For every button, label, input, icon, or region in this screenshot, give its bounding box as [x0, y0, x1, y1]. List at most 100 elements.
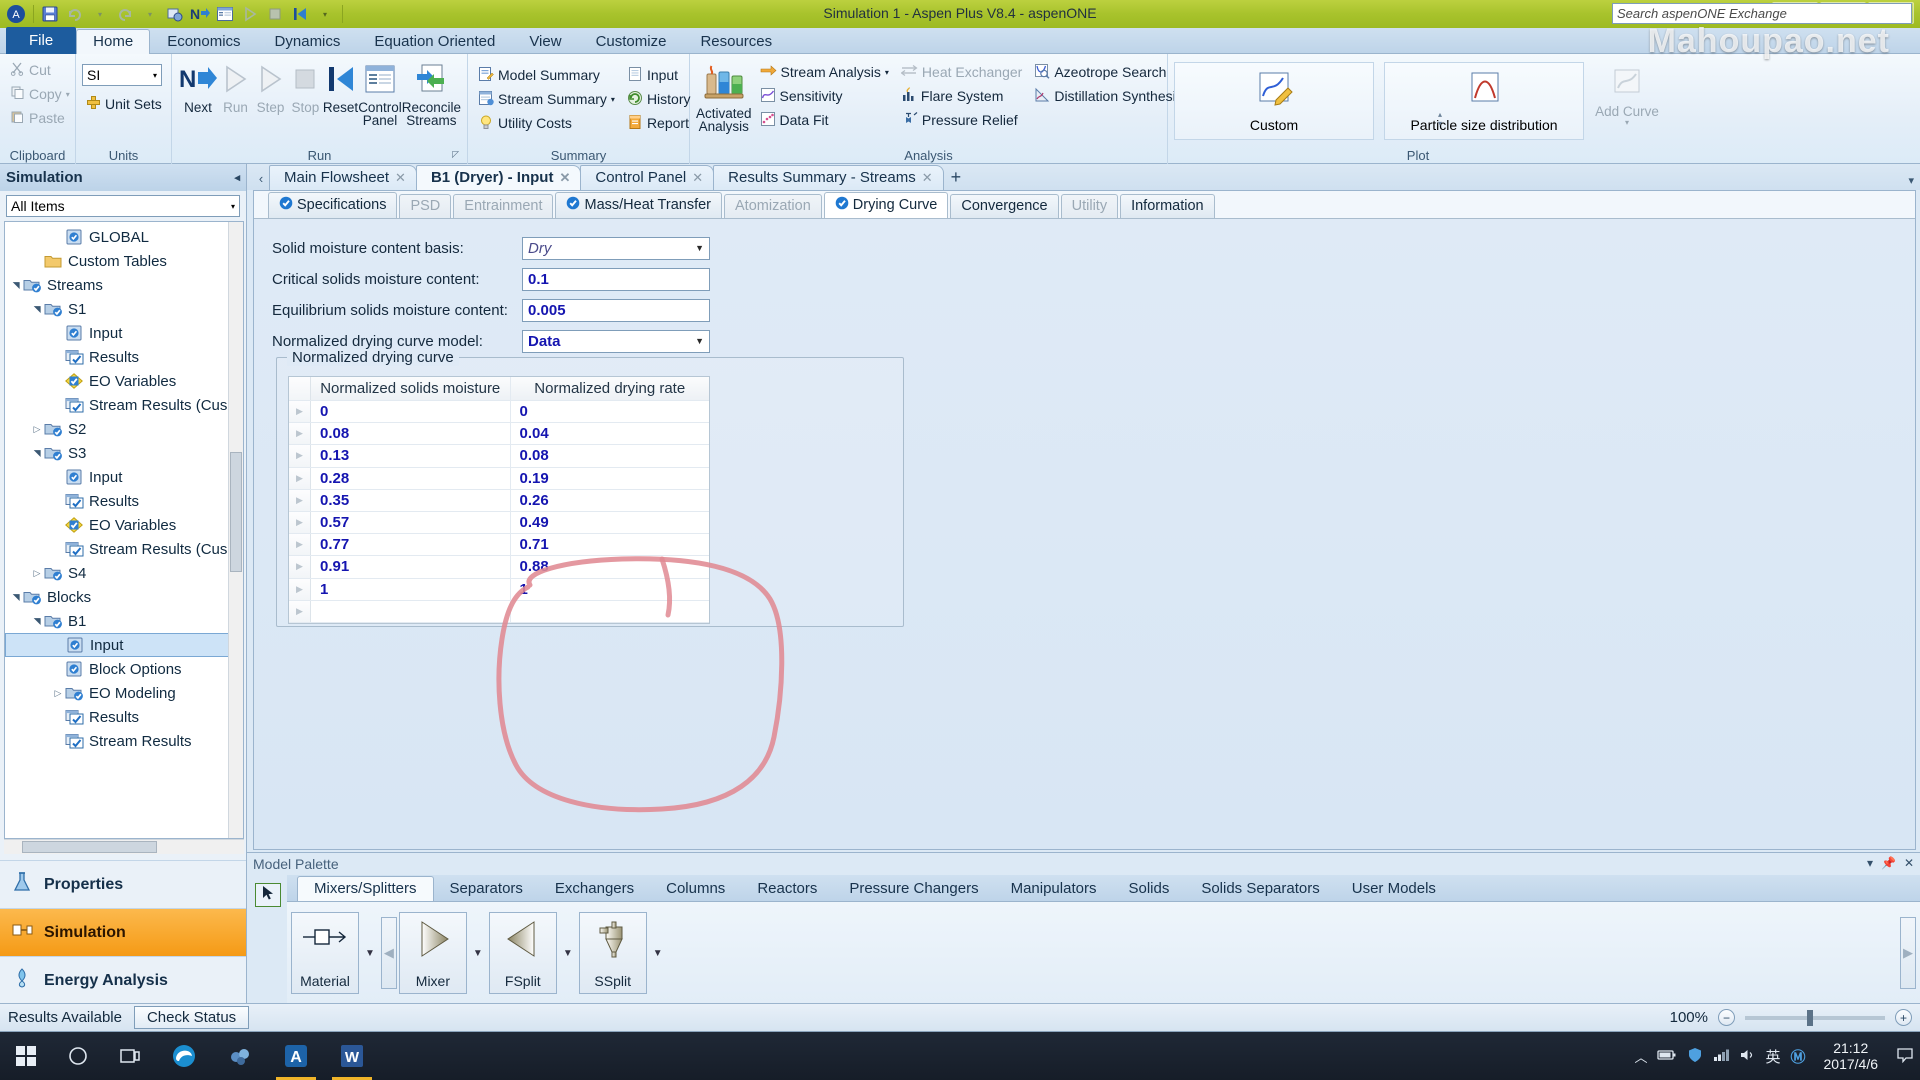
tree-item-results[interactable]: Results [5, 345, 243, 369]
tree-item-global[interactable]: GLOBAL [5, 225, 243, 249]
cell-normalized-drying-rate[interactable]: 0.04 [511, 423, 710, 444]
palette-tab-reactors[interactable]: Reactors [741, 877, 833, 901]
check-status-button[interactable]: Check Status [133, 1006, 250, 1029]
stream-analysis-dropdown-icon[interactable]: ▾ [885, 68, 889, 77]
cell-normalized-drying-rate[interactable]: 0.88 [511, 556, 710, 577]
chevron-down-icon[interactable]: ▼ [695, 243, 704, 253]
collapse-triangle-icon[interactable]: ◢ [32, 614, 43, 628]
copy-dropdown-icon[interactable]: ▾ [66, 90, 70, 99]
run-icon[interactable] [238, 2, 262, 26]
close-icon[interactable]: ✕ [559, 170, 570, 186]
start-icon[interactable] [0, 1032, 52, 1080]
save-icon[interactable] [38, 2, 62, 26]
close-icon[interactable]: ✕ [395, 170, 406, 186]
palette-scroll-left[interactable]: ◀ [380, 917, 397, 989]
redo-icon[interactable] [113, 2, 137, 26]
tree-item-stream-results-cus[interactable]: Stream Results (Cus [5, 393, 243, 417]
shield-icon[interactable] [1687, 1047, 1703, 1066]
tree-item-s1[interactable]: ◢ S1 [5, 297, 243, 321]
cell-normalized-solids-moisture[interactable]: 0.35 [311, 489, 511, 511]
ribbon-tab-resources[interactable]: Resources [683, 29, 789, 54]
plot-gallery-scroll[interactable]: ▴ ▾ [1438, 110, 1442, 128]
close-icon[interactable]: ✕ [692, 170, 703, 186]
control-panel-icon[interactable] [213, 2, 237, 26]
report-button[interactable]: Report [623, 111, 695, 135]
drying-curve-table[interactable]: Normalized solids moisture Normalized dr… [288, 376, 710, 624]
tree-item-stream-results-cus[interactable]: Stream Results (Cus [5, 537, 243, 561]
form-tab-psd[interactable]: PSD [399, 194, 452, 218]
tree-item-s2[interactable]: ▷ S2 [5, 417, 243, 441]
notification-icon[interactable] [1896, 1047, 1914, 1066]
data-fit-button[interactable]: Data Fit [756, 108, 893, 132]
tree-item-blocks[interactable]: ◢ Blocks [5, 585, 243, 609]
cell-normalized-drying-rate[interactable]: 0.08 [511, 445, 710, 466]
ribbon-tab-dynamics[interactable]: Dynamics [258, 29, 358, 54]
palette-tab-manipulators[interactable]: Manipulators [995, 877, 1113, 901]
stream-analysis-button[interactable]: Stream Analysis ▾ [756, 60, 893, 84]
palette-item-fsplit[interactable]: FSplit [488, 912, 557, 994]
zoom-in-button[interactable]: + [1895, 1009, 1912, 1026]
table-row[interactable]: ▶ 0.35 0.26 [289, 489, 709, 512]
search-input[interactable]: Search aspenONE Exchange [1612, 3, 1912, 24]
aspen-logo-icon[interactable]: A [4, 2, 28, 26]
cell-normalized-solids-moisture[interactable]: 1 [311, 578, 511, 600]
show-hidden-icons-icon[interactable]: ︿ [1634, 1047, 1647, 1066]
cell-normalized-drying-rate[interactable] [511, 601, 710, 622]
copy-button[interactable]: Copy ▾ [6, 82, 74, 106]
expand-triangle-icon[interactable]: ▷ [30, 568, 44, 579]
tree-item-input[interactable]: Input [5, 633, 243, 657]
tree-horizontal-scrollbar[interactable] [4, 839, 244, 854]
palette-tab-solids[interactable]: Solids [1112, 877, 1185, 901]
row-selector-icon[interactable]: ▶ [289, 467, 311, 489]
unit-sets-button[interactable]: Unit Sets [82, 92, 166, 116]
document-tab-main-flowsheet[interactable]: Main Flowsheet ✕ [269, 165, 417, 190]
run-button[interactable]: Run [218, 60, 253, 114]
stop-icon[interactable] [263, 2, 287, 26]
all-items-filter[interactable]: All Items ▾ [6, 195, 240, 217]
palette-tab-columns[interactable]: Columns [650, 877, 741, 901]
close-icon[interactable]: ✕ [922, 170, 933, 186]
form-tab-entrainment[interactable]: Entrainment [453, 194, 554, 218]
tree-item-block-options[interactable]: Block Options [5, 657, 243, 681]
tree-item-results[interactable]: Results [5, 489, 243, 513]
palette-tab-solids-separators[interactable]: Solids Separators [1185, 877, 1335, 901]
table-row[interactable]: ▶ 0.77 0.71 [289, 534, 709, 557]
tree-vertical-scrollbar[interactable] [228, 222, 243, 838]
cell-normalized-solids-moisture[interactable]: 0.08 [311, 423, 511, 445]
mixer-dropdown-icon[interactable]: ▼ [469, 948, 487, 959]
combo-solid-moisture-content-basis[interactable]: Dry ▼ [522, 236, 710, 260]
tree-item-eo-variables[interactable]: EO Variables [5, 369, 243, 393]
mode-button-energy-analysis[interactable]: Energy Analysis [0, 956, 246, 1004]
table-row[interactable]: ▶ [289, 600, 710, 623]
tree-item-s4[interactable]: ▷ S4 [5, 561, 243, 585]
ime-mode-indicator[interactable]: Ⓜ [1790, 1046, 1805, 1067]
tree-item-streams[interactable]: ◢ Streams [5, 273, 243, 297]
cell-normalized-drying-rate[interactable]: 0.49 [511, 512, 710, 533]
document-tab-b1-dryer-input[interactable]: B1 (Dryer) - Input ✕ [415, 165, 582, 190]
new-tab-button[interactable]: + [943, 167, 970, 190]
palette-tab-separators[interactable]: Separators [434, 877, 539, 901]
ribbon-tab-customize[interactable]: Customize [579, 29, 684, 54]
volume-icon[interactable] [1739, 1048, 1755, 1065]
undo-dropdown-icon[interactable]: ▾ [88, 2, 112, 26]
flare-system-button[interactable]: Flare System [897, 84, 1026, 108]
psd-plot-button[interactable]: Particle size distribution [1384, 62, 1584, 140]
input-critical-solids-moisture-content[interactable]: 0.1 [522, 267, 710, 291]
expand-triangle-icon[interactable]: ▷ [30, 424, 44, 435]
table-row[interactable]: ▶ 0.28 0.19 [289, 467, 709, 490]
taskbar-app-word[interactable]: W [324, 1032, 380, 1080]
expand-triangle-icon[interactable]: ▷ [51, 688, 65, 699]
taskbar-clock[interactable]: 21:12 2017/4/6 [1816, 1040, 1887, 1072]
step-button[interactable]: Step [253, 60, 288, 114]
ribbon-tab-file[interactable]: File [6, 27, 77, 54]
palette-scroll-right[interactable]: ▶ [1900, 917, 1916, 989]
row-selector-icon[interactable]: ▶ [289, 600, 311, 622]
search-circle-icon[interactable] [52, 1032, 104, 1080]
next-icon[interactable]: N [188, 2, 212, 26]
stream-summary-button[interactable]: Stream Summary ▾ [474, 87, 619, 111]
form-tab-atomization[interactable]: Atomization [724, 194, 822, 218]
palette-item-mixer[interactable]: Mixer [398, 912, 467, 994]
row-selector-icon[interactable]: ▶ [289, 489, 311, 511]
tree-item-eo-variables[interactable]: EO Variables [5, 513, 243, 537]
tree-scroll-thumb[interactable] [230, 452, 242, 572]
